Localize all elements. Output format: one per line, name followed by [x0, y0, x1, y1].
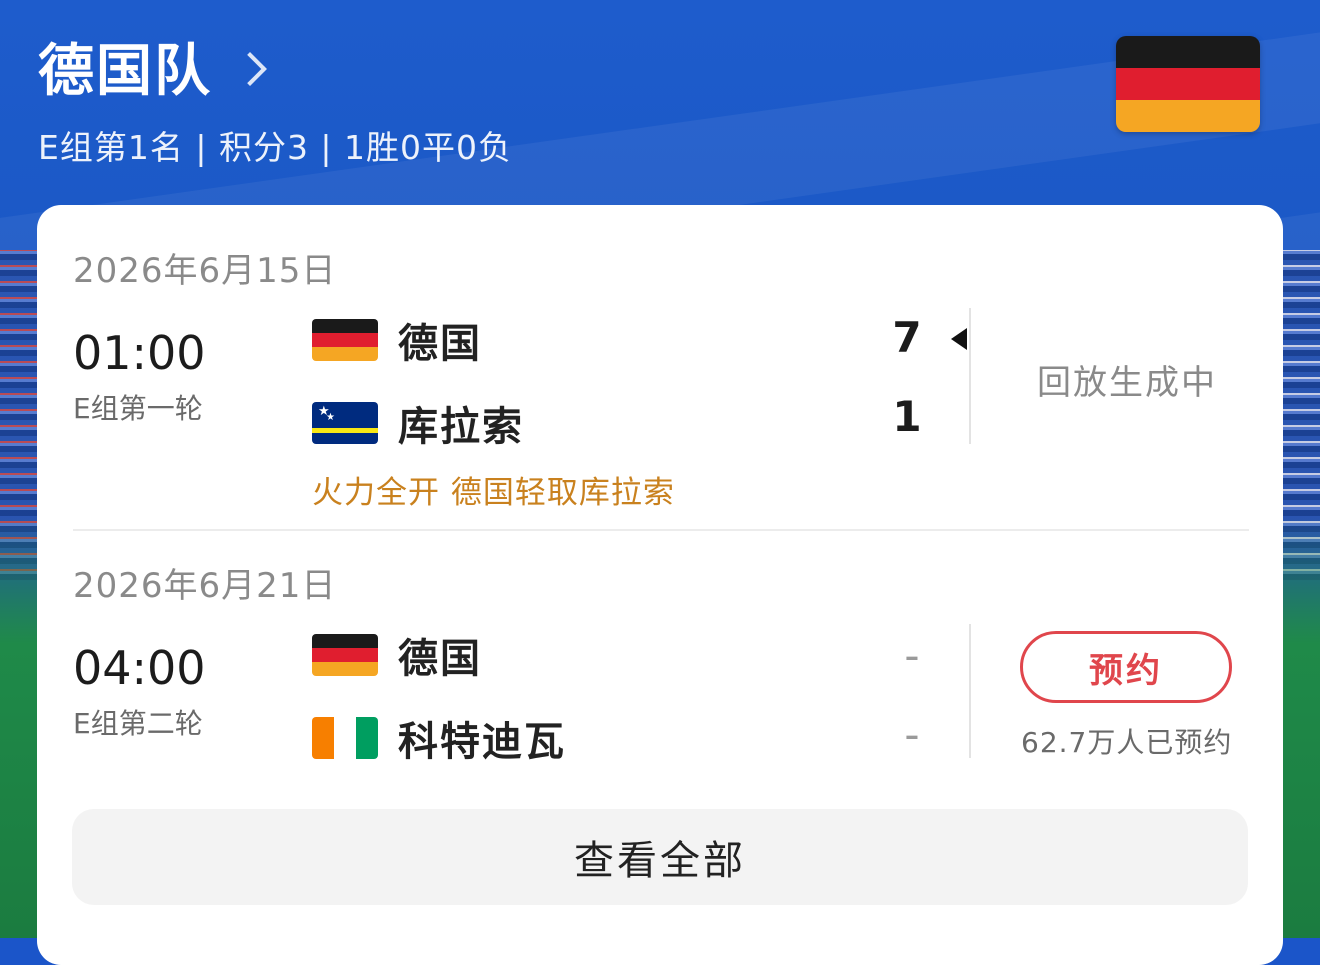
- germany-flag-icon: [312, 319, 378, 361]
- match-time: 04:00: [73, 641, 206, 695]
- column-divider: [969, 308, 971, 444]
- team-summary: E组第1名 | 积分3 | 1胜0平0负: [38, 128, 513, 167]
- ivory-coast-flag-icon: [312, 717, 378, 759]
- home-score: 7: [892, 313, 922, 362]
- team-header[interactable]: 德国队 E组第1名 | 积分3 | 1胜0平0负: [38, 26, 512, 169]
- schedule-card: 2026年6月15日 01:00 E组第一轮 德国 ★ ★ 库拉索 7 1 回放…: [37, 205, 1283, 965]
- winner-indicator-icon: [951, 328, 967, 350]
- match-time: 01:00: [73, 326, 206, 380]
- home-score: -: [904, 631, 920, 680]
- match-headline-link[interactable]: 火力全开 德国轻取库拉索: [312, 467, 675, 512]
- column-divider: [969, 624, 971, 758]
- curacao-flag-icon: ★ ★: [312, 402, 378, 444]
- home-team[interactable]: 德国: [312, 311, 482, 369]
- away-team-name: 科特迪瓦: [398, 719, 566, 765]
- match-date: 2026年6月15日: [73, 251, 337, 291]
- home-team[interactable]: 德国: [312, 626, 482, 684]
- reserve-count: 62.7万人已预约: [1021, 726, 1233, 759]
- replay-status[interactable]: 回放生成中: [1037, 355, 1217, 404]
- match-round: E组第二轮: [73, 707, 203, 740]
- match-round: E组第一轮: [73, 392, 203, 425]
- home-team-name: 德国: [398, 321, 482, 367]
- germany-flag-icon: [1116, 36, 1260, 132]
- away-team-name: 库拉索: [398, 404, 524, 450]
- row-divider: [73, 529, 1249, 531]
- germany-flag-icon: [312, 634, 378, 676]
- view-all-button[interactable]: 查看全部: [72, 809, 1248, 905]
- away-team[interactable]: ★ ★ 库拉索: [312, 394, 524, 452]
- chevron-right-icon[interactable]: [233, 51, 267, 86]
- away-score: -: [904, 710, 920, 759]
- away-team[interactable]: 科特迪瓦: [312, 709, 566, 767]
- reserve-button[interactable]: 预约: [1020, 631, 1232, 703]
- home-team-name: 德国: [398, 636, 482, 682]
- match-date: 2026年6月21日: [73, 566, 337, 606]
- team-name[interactable]: 德国队: [38, 26, 212, 107]
- away-score: 1: [892, 392, 922, 441]
